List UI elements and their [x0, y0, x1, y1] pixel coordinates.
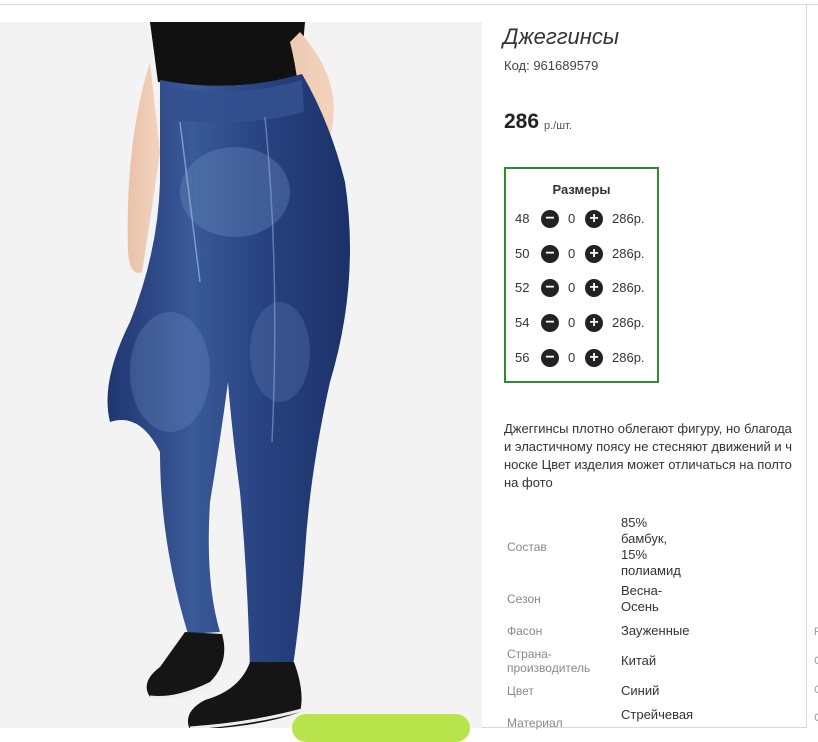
size-row: 48 − 0 + 286р. — [506, 209, 657, 229]
quantity-value: 0 — [568, 211, 576, 226]
price-unit: р./шт. — [544, 120, 572, 132]
product-price: 286 — [504, 110, 540, 133]
attr-label-country: Страна- производитель — [507, 647, 590, 675]
window-top-border — [0, 4, 818, 5]
attr-label-fit: Фасон — [507, 624, 543, 638]
attr-value-fit: Зауженные — [621, 623, 690, 638]
size-value: 54 — [515, 315, 530, 330]
quantity-value: 0 — [568, 315, 576, 330]
buy-button[interactable] — [292, 714, 470, 742]
minus-circle-icon[interactable]: − — [541, 349, 559, 367]
size-row: 50 − 0 + 286р. — [506, 244, 657, 264]
size-row: 52 − 0 + 286р. — [506, 278, 657, 298]
attr-label-composition: Состав — [507, 540, 547, 554]
size-price: 286р. — [612, 246, 645, 261]
attr-label-line: Страна- — [507, 647, 552, 661]
minus-circle-icon[interactable]: − — [541, 210, 559, 228]
description-line: на фото — [504, 475, 553, 490]
size-value: 50 — [515, 246, 530, 261]
description-line: носке Цвет изделия может отличаться на п… — [504, 457, 792, 472]
size-price: 286р. — [612, 280, 645, 295]
clipped-text: С — [814, 684, 818, 696]
sizes-panel: Размеры 48 − 0 + 286р. 50 − 0 + 286р. 52… — [504, 167, 659, 383]
clipped-text: С — [814, 655, 818, 667]
jeggings-illustration — [107, 22, 350, 728]
attr-label-line: производитель — [507, 661, 591, 675]
description-line: Джеггинсы плотно облегают фигуру, но бла… — [504, 421, 792, 436]
attr-value-line: Осень — [621, 599, 659, 614]
product-title: Джеггинсы — [503, 24, 620, 49]
product-description: Джеггинсы плотно облегают фигуру, но бла… — [504, 420, 818, 492]
attr-value-line: бамбук, — [621, 531, 668, 546]
clipped-text: F — [814, 626, 818, 638]
description-line: и эластичному поясу не стесняют движений… — [504, 439, 792, 454]
attr-label-season: Сезон — [507, 592, 541, 606]
plus-circle-icon[interactable]: + — [585, 314, 603, 332]
size-row: 56 − 0 + 286р. — [506, 348, 657, 368]
plus-circle-icon[interactable]: + — [585, 279, 603, 297]
size-row: 54 − 0 + 286р. — [506, 313, 657, 333]
size-price: 286р. — [612, 315, 645, 330]
minus-circle-icon[interactable]: − — [541, 314, 559, 332]
attr-value-line: полиамид — [621, 563, 681, 578]
size-value: 56 — [515, 350, 530, 365]
product-code: Код: 961689579 — [504, 58, 599, 73]
attr-value-color: Синий — [621, 683, 660, 698]
attr-label-material: Материал — [507, 716, 563, 730]
plus-circle-icon[interactable]: + — [585, 349, 603, 367]
product-photo[interactable] — [0, 22, 482, 728]
minus-circle-icon[interactable]: − — [541, 279, 559, 297]
quantity-value: 0 — [568, 246, 576, 261]
attr-value-line: 15% — [621, 547, 648, 562]
attr-value-line: Весна- — [621, 583, 663, 598]
size-value: 48 — [515, 211, 530, 226]
quantity-value: 0 — [568, 350, 576, 365]
sizes-title: Размеры — [552, 182, 611, 197]
attr-label-color: Цвет — [507, 684, 534, 698]
quantity-value: 0 — [568, 280, 576, 295]
attr-value-season: Весна- Осень — [621, 583, 662, 615]
content-right-border — [806, 4, 807, 728]
attr-value-material: Стрейчевая — [621, 707, 694, 722]
attr-value-country: Китай — [621, 653, 657, 668]
size-price: 286р. — [612, 211, 645, 226]
attr-value-line: 85% — [621, 515, 648, 530]
clipped-text: С — [814, 712, 818, 724]
size-price: 286р. — [612, 350, 645, 365]
attr-value-composition: 85% бамбук, 15% полиамид — [621, 515, 681, 579]
plus-circle-icon[interactable]: + — [585, 210, 603, 228]
minus-circle-icon[interactable]: − — [541, 245, 559, 263]
plus-circle-icon[interactable]: + — [585, 245, 603, 263]
size-value: 52 — [515, 280, 530, 295]
